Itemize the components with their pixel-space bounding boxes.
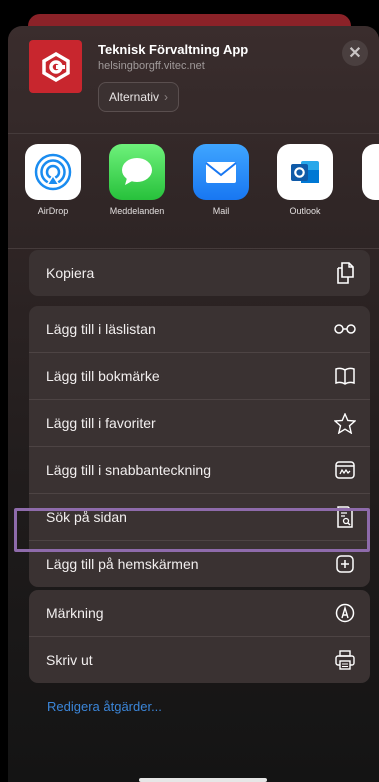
action-label: Kopiera (46, 265, 95, 281)
share-apps-row: AirDrop Meddelanden Mail Outlook (8, 144, 379, 234)
action-add-reading-list[interactable]: Lägg till i läslistan (29, 306, 370, 352)
star-icon (334, 412, 356, 434)
action-label: Lägg till i snabbanteckning (46, 462, 212, 478)
action-label: Lägg till i favoriter (46, 415, 156, 431)
options-button[interactable]: Alternativ › (98, 82, 180, 112)
options-label: Alternativ (109, 90, 160, 104)
share-app-more[interactable] (354, 144, 379, 200)
airdrop-icon (25, 144, 81, 200)
mail-icon (193, 144, 249, 200)
share-app-airdrop[interactable]: AirDrop (18, 144, 88, 216)
book-icon (334, 365, 356, 387)
share-app-messages[interactable]: Meddelanden (102, 144, 172, 216)
action-label: Märkning (46, 605, 104, 621)
action-group-copy: Kopiera (29, 250, 370, 296)
edit-actions-link[interactable]: Redigera åtgärder... (47, 699, 162, 714)
action-markup[interactable]: Märkning (29, 590, 370, 636)
share-sheet: Teknisk Förvaltning App helsingborgff.vi… (8, 26, 379, 782)
action-label: Lägg till bokmärke (46, 368, 160, 384)
close-button[interactable]: ✕ (342, 40, 368, 66)
action-print[interactable]: Skriv ut (29, 636, 370, 683)
share-app-label: Outlook (289, 206, 321, 216)
action-add-bookmark[interactable]: Lägg till bokmärke (29, 352, 370, 399)
app-url: helsingborgff.vitec.net (98, 60, 205, 72)
share-app-label: AirDrop (37, 206, 69, 216)
action-label: Lägg till på hemskärmen (46, 556, 199, 572)
action-label: Skriv ut (46, 652, 93, 668)
action-label: Lägg till i läslistan (46, 321, 156, 337)
glasses-icon (334, 318, 356, 340)
highlight-frame (14, 508, 370, 552)
share-app-label: Meddelanden (109, 206, 165, 216)
share-app-mail[interactable]: Mail (186, 144, 256, 216)
action-add-favorites[interactable]: Lägg till i favoriter (29, 399, 370, 446)
app-title: Teknisk Förvaltning App (98, 42, 249, 57)
home-indicator (139, 778, 267, 782)
app-logo-icon (29, 40, 82, 93)
messages-icon (109, 144, 165, 200)
outlook-icon (277, 144, 333, 200)
quick-note-icon (334, 459, 356, 481)
action-copy[interactable]: Kopiera (29, 250, 370, 296)
add-square-icon (334, 553, 356, 575)
action-group-markup: Märkning Skriv ut (29, 590, 370, 683)
markup-icon (334, 602, 356, 624)
divider (8, 133, 379, 134)
printer-icon (334, 649, 356, 671)
share-app-label: Mail (212, 206, 230, 216)
action-add-quick-note[interactable]: Lägg till i snabbanteckning (29, 446, 370, 493)
chevron-right-icon: › (164, 90, 169, 104)
share-app-outlook[interactable]: Outlook (270, 144, 340, 216)
close-icon: ✕ (348, 45, 362, 62)
copy-icon (334, 262, 356, 284)
divider (8, 248, 379, 249)
app-icon-partial (362, 144, 379, 200)
